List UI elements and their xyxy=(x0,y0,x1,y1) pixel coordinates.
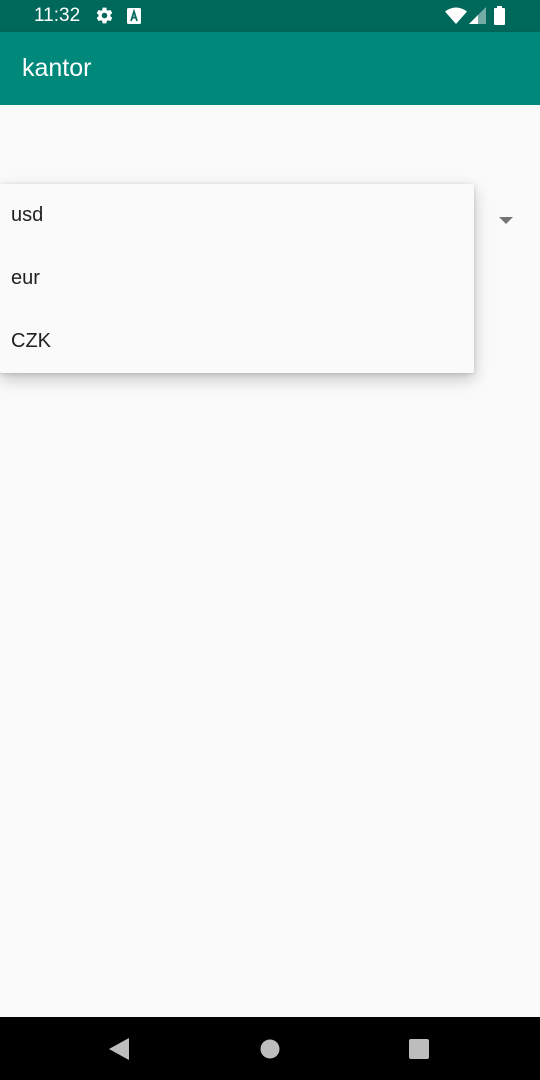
battery-icon xyxy=(494,6,505,30)
app-title: kantor xyxy=(22,54,92,82)
currency-dropdown: usd eur CZK xyxy=(0,184,474,373)
navigation-bar xyxy=(0,1017,540,1080)
font-a-icon xyxy=(127,8,141,29)
back-icon[interactable] xyxy=(109,1038,129,1065)
wifi-icon xyxy=(445,7,467,29)
signal-icon xyxy=(469,7,486,29)
app-bar: kantor xyxy=(0,32,540,105)
dropdown-item-usd[interactable]: usd xyxy=(0,184,474,247)
status-bar: 11:32 xyxy=(0,0,540,32)
status-time: 11:32 xyxy=(34,5,81,26)
dropdown-item-eur[interactable]: eur xyxy=(0,247,474,310)
gear-icon xyxy=(95,6,114,30)
dropdown-arrow-icon[interactable] xyxy=(499,212,513,224)
dropdown-item-czk[interactable]: CZK xyxy=(0,310,474,373)
home-icon[interactable] xyxy=(260,1039,280,1064)
recents-icon[interactable] xyxy=(409,1039,429,1064)
